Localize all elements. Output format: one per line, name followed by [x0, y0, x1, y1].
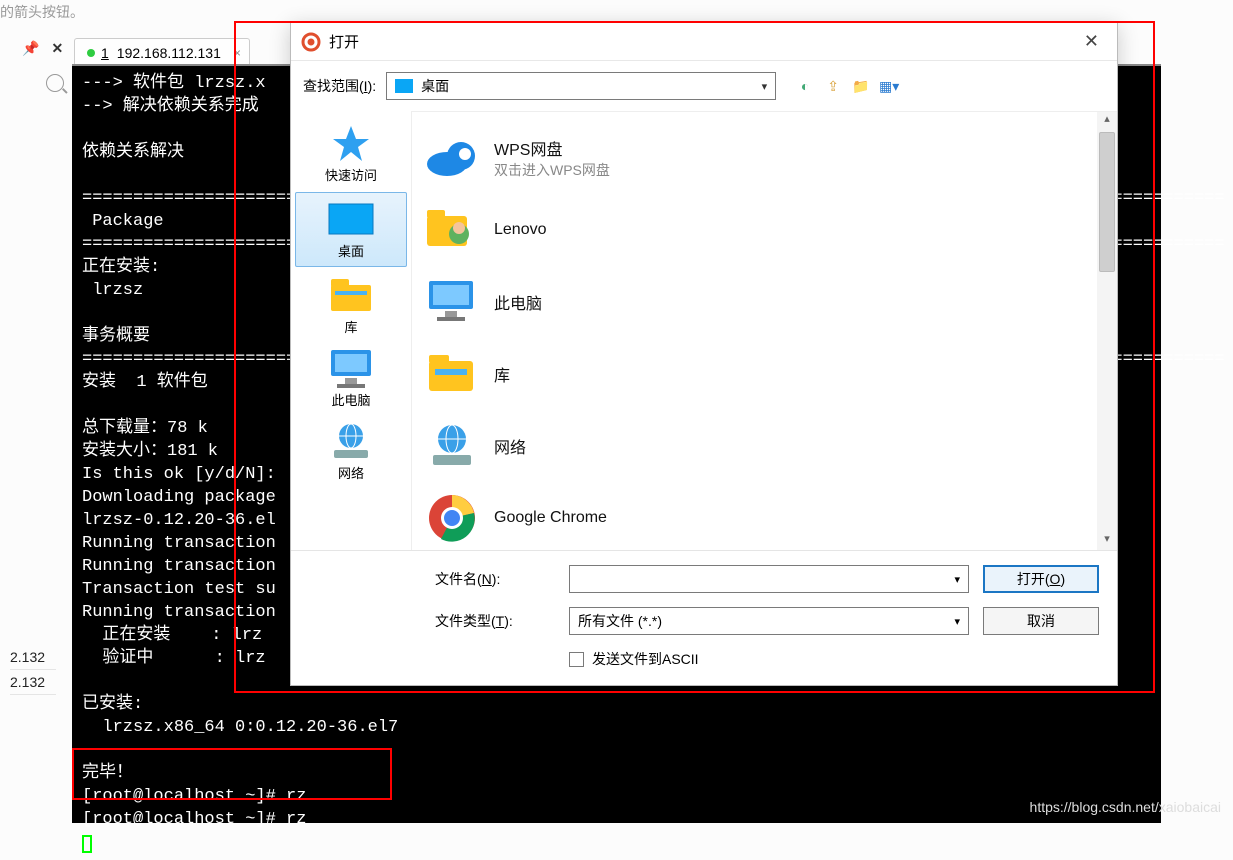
filename-input[interactable]: ▾ [569, 565, 969, 593]
view-menu-icon[interactable]: ▦▾ [880, 77, 898, 95]
list-item[interactable]: Lenovo [418, 194, 1091, 266]
computer-icon [295, 348, 407, 390]
sidebar-item-label: 此电脑 [295, 390, 407, 409]
pane-close-icon[interactable]: ✕ [51, 40, 63, 57]
scroll-thumb[interactable] [1099, 132, 1115, 272]
sidebar-item-libraries[interactable]: 库 [291, 269, 411, 342]
search-icon-handle [62, 88, 67, 93]
open-button[interactable]: 打开(O) [983, 565, 1099, 593]
list-item[interactable]: 2.132 [10, 670, 56, 695]
item-title: 此电脑 [494, 290, 542, 314]
filename-label: 文件名(N): [435, 569, 555, 589]
filetype-combobox[interactable]: 所有文件 (*.*) ▾ [569, 607, 969, 635]
pin-icon[interactable]: 📌 [22, 40, 39, 57]
computer-icon [424, 274, 480, 330]
open-file-dialog: 打开 ✕ 查找范围(I): 桌面 ▾ ◐ ⇪ 📁 ▦▾ 快速访问 桌面 [290, 22, 1118, 686]
search-icon[interactable] [46, 74, 64, 92]
ascii-label: 发送文件到ASCII [592, 649, 699, 669]
sidebar-item-network[interactable]: 网络 [291, 415, 411, 488]
list-item[interactable]: 此电脑 [418, 266, 1091, 338]
list-item[interactable]: 网络 [418, 410, 1091, 482]
filetype-value: 所有文件 (*.*) [578, 611, 662, 631]
filetype-label: 文件类型(T): [435, 611, 555, 631]
new-folder-icon[interactable]: 📁 [852, 77, 870, 95]
lookin-value: 桌面 [421, 76, 449, 96]
sidebar-item-quickaccess[interactable]: 快速访问 [291, 117, 411, 190]
cursor-icon [82, 835, 92, 853]
list-item[interactable]: Google Chrome [418, 482, 1091, 550]
scroll-down-icon[interactable]: ▾ [1097, 532, 1117, 550]
scrollbar[interactable]: ▴ ▾ [1097, 112, 1117, 550]
dialog-titlebar: 打开 ✕ [291, 23, 1117, 61]
item-title: Google Chrome [494, 509, 607, 527]
wps-cloud-icon [424, 130, 480, 186]
network-icon [295, 421, 407, 463]
lookin-row: 查找范围(I): 桌面 ▾ ◐ ⇪ 📁 ▦▾ [291, 61, 1117, 111]
ascii-checkbox[interactable] [569, 652, 584, 667]
up-icon[interactable]: ⇪ [824, 77, 842, 95]
close-icon[interactable]: ✕ [1076, 31, 1107, 52]
session-list: 2.132 2.132 [10, 645, 56, 695]
chevron-down-icon: ▾ [954, 615, 960, 628]
libraries-icon [295, 275, 407, 317]
terminal-tab[interactable]: 1 192.168.112.131 × [74, 38, 250, 67]
status-dot-icon [87, 49, 95, 57]
tab-number: 1 [101, 45, 109, 61]
libraries-icon [424, 346, 480, 402]
dialog-title: 打开 [329, 31, 359, 52]
sidebar-item-label: 网络 [295, 463, 407, 482]
sidebar-item-label: 库 [295, 317, 407, 336]
list-item[interactable]: WPS网盘双击进入WPS网盘 [418, 122, 1091, 194]
watermark: https://blog.csdn.net/xaiobaicai [1030, 799, 1221, 815]
item-title: 库 [494, 362, 510, 386]
item-title: Lenovo [494, 221, 547, 239]
tab-close-icon[interactable]: × [234, 46, 241, 60]
sidebar-item-desktop[interactable]: 桌面 [295, 192, 407, 267]
sidebar-item-label: 桌面 [300, 241, 402, 260]
cancel-button[interactable]: 取消 [983, 607, 1099, 635]
tab-ip: 192.168.112.131 [117, 45, 221, 61]
sidebar-item-label: 快速访问 [295, 165, 407, 184]
list-item[interactable]: 库 [418, 338, 1091, 410]
user-folder-icon [424, 202, 480, 258]
file-list[interactable]: WPS网盘双击进入WPS网盘 Lenovo 此电脑 库 网络 [412, 112, 1097, 550]
list-item[interactable]: 2.132 [10, 645, 56, 670]
app-icon [301, 32, 321, 52]
chevron-down-icon: ▾ [954, 573, 960, 586]
places-sidebar: 快速访问 桌面 库 此电脑 网络 [291, 111, 411, 550]
chevron-down-icon: ▾ [762, 80, 768, 93]
page-hint: 的箭头按钮。 [0, 2, 84, 22]
item-subtitle: 双击进入WPS网盘 [494, 160, 610, 180]
quickaccess-icon [295, 123, 407, 165]
desktop-icon [395, 79, 413, 93]
network-icon [424, 418, 480, 474]
lookin-combobox[interactable]: 桌面 ▾ [386, 72, 776, 100]
back-icon[interactable]: ◐ [796, 77, 814, 95]
chrome-icon [424, 490, 480, 546]
sidebar-item-thispc[interactable]: 此电脑 [291, 342, 411, 415]
scroll-up-icon[interactable]: ▴ [1097, 112, 1117, 130]
item-title: 网络 [494, 434, 526, 458]
lookin-label: 查找范围(I): [303, 76, 376, 96]
desktop-icon [300, 199, 402, 241]
item-title: WPS网盘 [494, 136, 610, 160]
